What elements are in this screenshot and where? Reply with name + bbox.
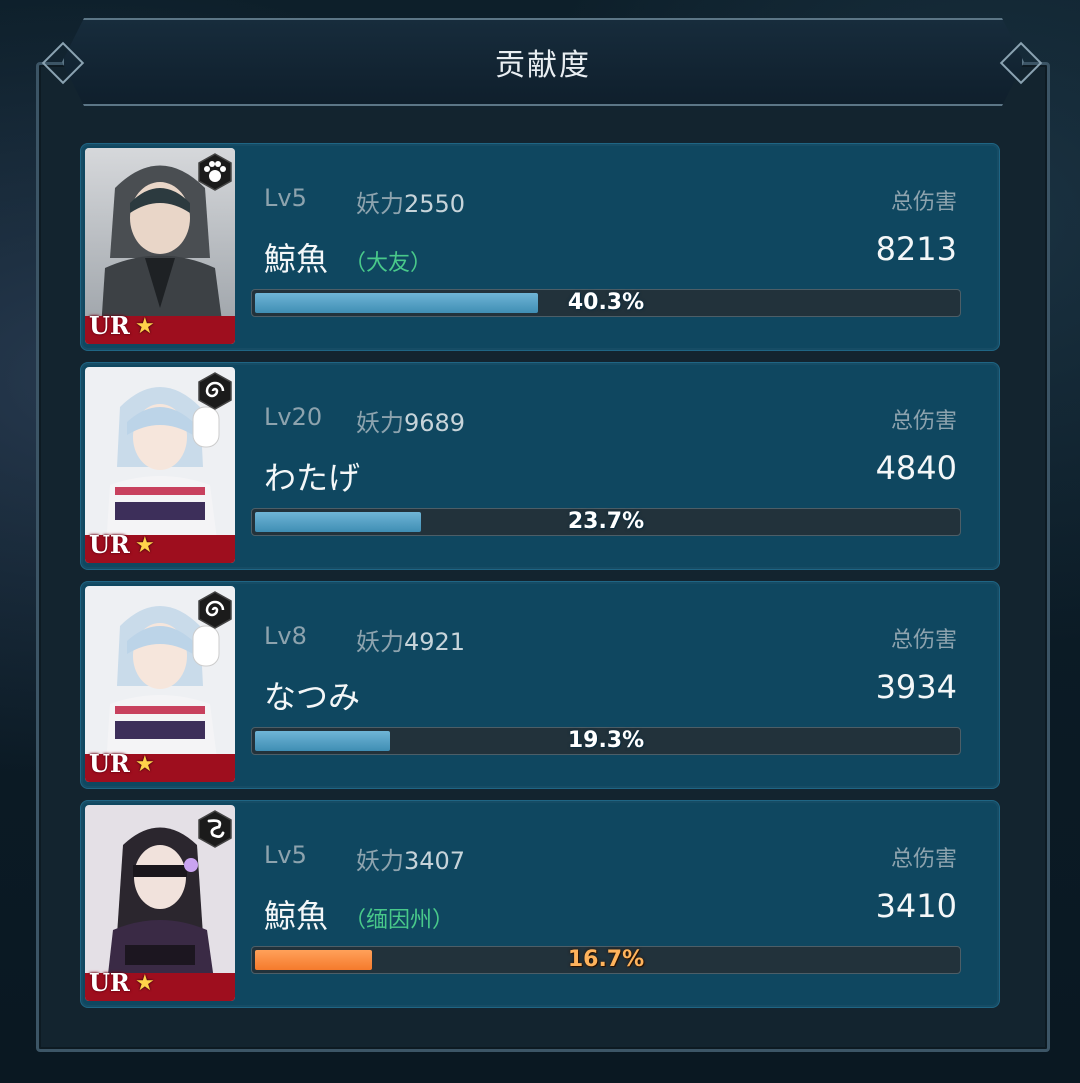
- power-label: 妖力2550: [356, 184, 465, 219]
- spiral-icon: [195, 590, 235, 630]
- star-icon: ★: [135, 752, 155, 777]
- panel-title: 贡献度: [495, 48, 591, 83]
- level-label: Lv20: [264, 403, 323, 431]
- progress-percent: 19.3%: [567, 728, 645, 753]
- character-portrait: UR ★: [85, 367, 235, 563]
- star-icon: ★: [135, 533, 155, 558]
- spiral-icon: [195, 371, 235, 411]
- star-icon: ★: [135, 314, 155, 339]
- power-label-text: 妖力: [356, 409, 404, 437]
- power-value: 2550: [404, 190, 466, 218]
- player-name-text: わたげ: [264, 459, 361, 497]
- progress-percent: 40.3%: [567, 290, 645, 315]
- power-value: 4921: [404, 628, 466, 656]
- player-name-text: なつみ: [264, 678, 361, 716]
- character-portrait: UR ★: [85, 148, 235, 344]
- total-damage-value: 3934: [875, 668, 957, 706]
- contribution-progress-bar: 40.3%: [251, 289, 961, 317]
- total-damage-label: 总伤害: [890, 190, 957, 215]
- player-name-text: 鯨魚: [264, 897, 329, 935]
- total-damage-label: 总伤害: [890, 409, 957, 434]
- title-bar: 贡献度: [62, 18, 1024, 106]
- guild-name: （大友）: [344, 251, 433, 276]
- contribution-card[interactable]: UR ★ Lv5 妖力2550 鯨魚 （大友） 总伤害 8213 40.3%: [80, 143, 1000, 351]
- total-damage-label: 总伤害: [890, 847, 957, 872]
- power-label-text: 妖力: [356, 847, 404, 875]
- power-label: 妖力3407: [356, 841, 465, 876]
- player-name: わたげ: [264, 453, 376, 499]
- progress-percent: 16.7%: [567, 947, 645, 972]
- serpent-icon: [195, 809, 235, 849]
- power-label: 妖力9689: [356, 403, 465, 438]
- paw-icon: [195, 152, 235, 192]
- player-name: 鯨魚 （大友）: [264, 234, 432, 280]
- power-label-text: 妖力: [356, 628, 404, 656]
- contribution-progress-bar: 16.7%: [251, 946, 961, 974]
- total-damage-value: 8213: [875, 230, 957, 268]
- contribution-card[interactable]: UR ★ Lv8 妖力4921 なつみ 总伤害 3934 19.3%: [80, 581, 1000, 789]
- power-label: 妖力4921: [356, 622, 465, 657]
- contribution-progress-bar: 23.7%: [251, 508, 961, 536]
- contribution-progress-bar: 19.3%: [251, 727, 961, 755]
- progress-percent: 23.7%: [567, 509, 645, 534]
- power-value: 3407: [404, 847, 466, 875]
- total-damage-value: 3410: [875, 887, 957, 925]
- guild-name: （缅因州）: [344, 908, 455, 933]
- player-name-text: 鯨魚: [264, 240, 329, 278]
- player-name: 鯨魚 （缅因州）: [264, 891, 454, 937]
- contribution-card[interactable]: UR ★ Lv20 妖力9689 わたげ 总伤害 4840 23.7%: [80, 362, 1000, 570]
- power-label-text: 妖力: [356, 190, 404, 218]
- level-label: Lv8: [264, 622, 307, 650]
- level-label: Lv5: [264, 184, 307, 212]
- level-label: Lv5: [264, 841, 307, 869]
- character-portrait: UR ★: [85, 805, 235, 1001]
- total-damage-value: 4840: [875, 449, 957, 487]
- contribution-card[interactable]: UR ★ Lv5 妖力3407 鯨魚 （缅因州） 总伤害 3410 16.7%: [80, 800, 1000, 1008]
- total-damage-label: 总伤害: [890, 628, 957, 653]
- power-value: 9689: [404, 409, 466, 437]
- star-icon: ★: [135, 971, 155, 996]
- player-name: なつみ: [264, 672, 376, 718]
- character-portrait: UR ★: [85, 586, 235, 782]
